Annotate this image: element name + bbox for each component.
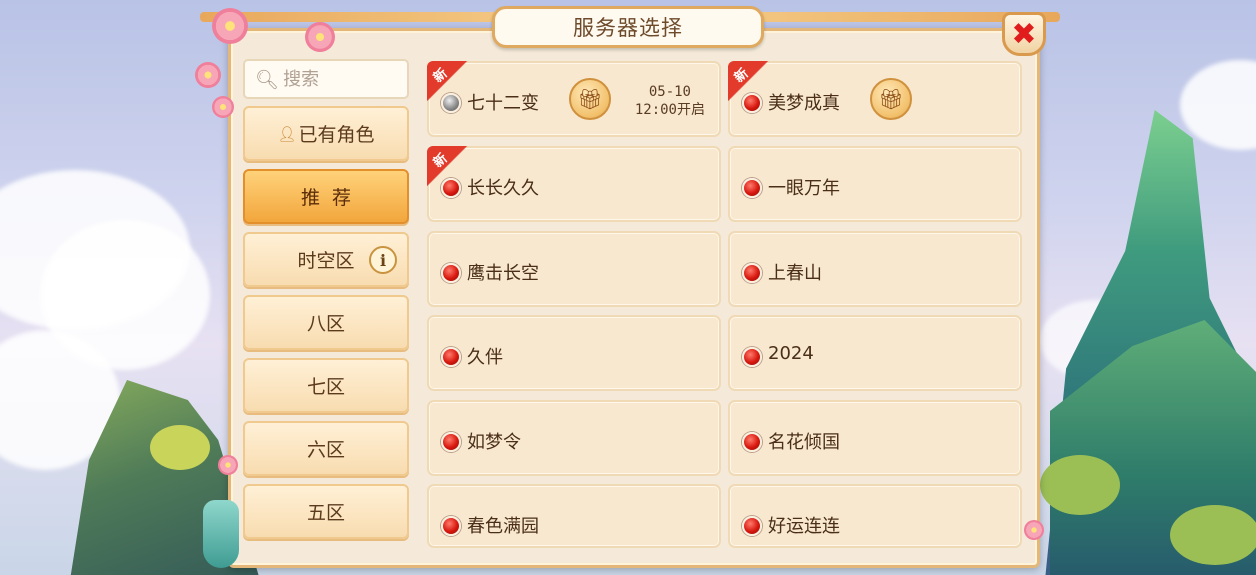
server-name: 七十二变 [467, 93, 539, 114]
flower-decoration [1024, 520, 1044, 540]
info-icon[interactable]: i [369, 246, 397, 274]
sidebar-item-zone-6[interactable]: 六区 [243, 421, 409, 476]
status-dot-icon [742, 347, 762, 367]
status-dot-icon [742, 93, 762, 113]
flower-decoration [195, 62, 221, 88]
gift-icon[interactable]: 🎁︎ [870, 78, 912, 120]
status-dot-icon [742, 178, 762, 198]
sidebar-item-label: 六区 [306, 439, 345, 461]
status-dot-icon [441, 347, 461, 367]
server-card[interactable]: 上春山 [728, 231, 1022, 307]
server-card[interactable]: 春色满园 [427, 484, 721, 548]
sidebar-item-spacetime-zone[interactable]: 时空区 i [243, 232, 409, 287]
server-card[interactable]: 新 长长久久 [427, 146, 721, 222]
server-name: 好运连连 [768, 516, 840, 537]
search-box[interactable]: 🔍︎ [243, 59, 409, 99]
sidebar-item-label: 已有角色 [298, 124, 375, 146]
sidebar-item-label: 八区 [306, 313, 345, 335]
open-time: 05-10 12:00开启 [635, 83, 705, 119]
status-dot-icon [742, 516, 762, 536]
sidebar-item-label: 五区 [306, 502, 345, 524]
server-name: 上春山 [768, 263, 822, 284]
server-name: 鹰击长空 [467, 263, 539, 284]
tree-foliage [150, 425, 210, 470]
sidebar-item-zone-8[interactable]: 八区 [243, 295, 409, 350]
vase-decoration [203, 500, 239, 568]
server-card[interactable]: 如梦令 [427, 400, 721, 476]
server-name: 久伴 [467, 347, 503, 368]
server-name: 长长久久 [467, 178, 539, 199]
status-dot-icon [441, 178, 461, 198]
page-title-text: 服务器选择 [573, 16, 683, 40]
sidebar-item-label: 七区 [306, 376, 345, 398]
status-dot-icon [441, 432, 461, 452]
open-date: 05-10 [648, 84, 691, 100]
server-name: 名花倾国 [768, 432, 840, 453]
close-button[interactable]: ✖ [1002, 12, 1046, 56]
person-icon: 👤︎ [277, 124, 297, 143]
server-name: 美梦成真 [768, 93, 840, 114]
cloud [1180, 60, 1256, 150]
server-card[interactable]: 好运连连 [728, 484, 1022, 548]
server-card[interactable]: 一眼万年 [728, 146, 1022, 222]
server-card[interactable]: 新 美梦成真 🎁︎ [728, 61, 1022, 137]
server-name: 春色满园 [467, 516, 539, 537]
server-card[interactable]: 新 七十二变 🎁︎ 05-10 12:00开启 [427, 61, 721, 137]
sidebar-item-label: 推 荐 [300, 187, 352, 209]
sidebar-item-recommended[interactable]: 推 荐 [243, 169, 409, 224]
status-dot-icon [742, 432, 762, 452]
search-input[interactable] [283, 68, 404, 90]
search-icon: 🔍︎ [255, 68, 280, 91]
server-card[interactable]: 鹰击长空 [427, 231, 721, 307]
page-title: 服务器选择 [492, 6, 764, 48]
server-card[interactable]: 久伴 [427, 315, 721, 391]
tree-foliage [1040, 455, 1120, 515]
server-name: 如梦令 [467, 432, 521, 453]
server-name: 一眼万年 [768, 178, 840, 199]
flower-decoration [212, 96, 234, 118]
flower-decoration [212, 8, 248, 44]
close-icon: ✖ [1011, 16, 1037, 52]
sidebar-item-existing-roles[interactable]: 👤︎ 已有角色 [243, 106, 409, 161]
gift-icon[interactable]: 🎁︎ [569, 78, 611, 120]
server-card[interactable]: 名花倾国 [728, 400, 1022, 476]
status-dot-icon [441, 93, 461, 113]
sidebar-item-zone-7[interactable]: 七区 [243, 358, 409, 413]
open-time-text: 12:00开启 [634, 102, 705, 118]
flower-decoration [218, 455, 238, 475]
sidebar-item-label: 时空区 [297, 250, 355, 272]
status-dot-icon [441, 263, 461, 283]
status-dot-icon [742, 263, 762, 283]
server-card[interactable]: 2024 [728, 315, 1022, 391]
sidebar-item-zone-5[interactable]: 五区 [243, 484, 409, 539]
tree-foliage [1170, 505, 1256, 565]
server-name: 2024 [768, 343, 814, 364]
status-dot-icon [441, 516, 461, 536]
flower-decoration [305, 22, 335, 52]
